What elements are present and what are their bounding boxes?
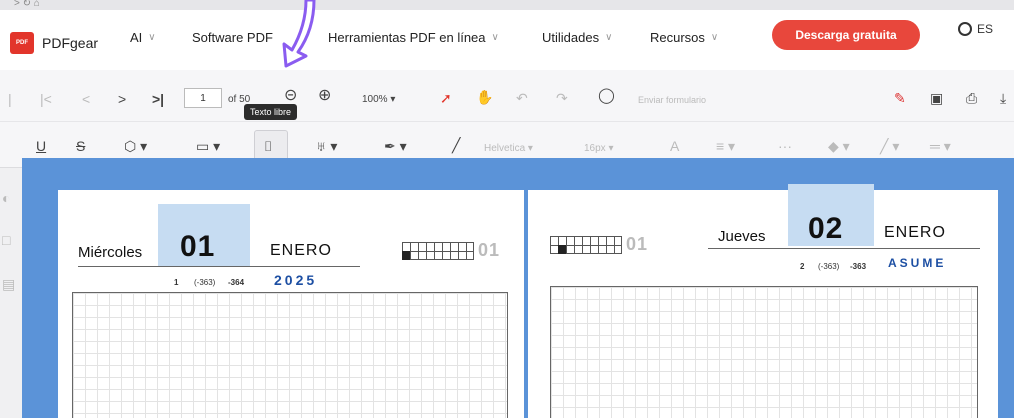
fill-color-icon[interactable]: ◆ ▾ bbox=[828, 138, 850, 154]
mini-calendar bbox=[402, 242, 474, 260]
sign-icon[interactable]: ✎ bbox=[894, 90, 906, 106]
line-style-icon[interactable]: ═ ▾ bbox=[930, 138, 951, 154]
font-family-value: Helvetica bbox=[484, 143, 526, 154]
pointer-arrow-icon bbox=[282, 0, 316, 68]
globe-icon bbox=[958, 22, 972, 36]
nav-item-ai[interactable]: AI ∨ bbox=[130, 30, 156, 45]
comment-icon[interactable]: ◯ bbox=[598, 88, 615, 104]
day-of-year: 2 bbox=[800, 262, 804, 271]
strikethrough-icon[interactable]: S bbox=[76, 138, 85, 154]
chevron-down-icon: ∨ bbox=[605, 32, 613, 43]
panel-toggle-icon[interactable]: | bbox=[8, 91, 12, 107]
rail-icon-3[interactable]: ▤ bbox=[2, 276, 15, 292]
notes-grid[interactable] bbox=[550, 286, 978, 418]
remaining-days: -364 bbox=[228, 278, 245, 287]
document-canvas: Miércoles 01 ENERO 1 (-363) -364 2025 01 bbox=[22, 158, 1014, 418]
select-pointer-icon[interactable]: ➚ bbox=[440, 90, 452, 106]
nav-item-label: AI bbox=[130, 30, 143, 45]
chevron-down-icon: ∨ bbox=[710, 32, 719, 43]
day-number: 02 bbox=[808, 212, 844, 245]
more-icon[interactable]: ··· bbox=[778, 138, 792, 154]
image-tool-icon[interactable]: ▭ ▾ bbox=[196, 138, 220, 154]
previous-page-icon[interactable]: < bbox=[82, 91, 90, 107]
browser-strip: > ↻ ⌂ bbox=[0, 0, 1014, 10]
nav-item-label: Recursos bbox=[650, 30, 705, 45]
zoom-out-icon[interactable]: ⊝ bbox=[284, 88, 297, 104]
stamp-tool-icon[interactable]: ♅ ▾ bbox=[316, 138, 337, 154]
header-rule bbox=[78, 266, 360, 267]
underline-icon[interactable]: U bbox=[36, 138, 46, 154]
redo-icon[interactable]: ↷ bbox=[556, 90, 568, 106]
day-of-year-value: 1 bbox=[174, 278, 179, 287]
notes-grid[interactable] bbox=[72, 292, 508, 418]
mini-calendar-marker bbox=[402, 251, 410, 260]
nav-item-label: Herramientas PDF en línea bbox=[328, 30, 486, 45]
month-label: ENERO bbox=[884, 224, 946, 241]
rail-icon-1[interactable]: ◐ bbox=[2, 190, 10, 206]
mini-day-number: 01 bbox=[478, 240, 501, 260]
language-selector[interactable]: ES bbox=[958, 22, 993, 36]
shape-tool-icon[interactable]: ⬡ ▾ bbox=[124, 138, 147, 154]
header-rule bbox=[708, 248, 980, 249]
day-number: 01 bbox=[180, 230, 216, 263]
submit-form-button[interactable]: Enviar formulario bbox=[638, 92, 706, 108]
day-of-year: 1 bbox=[174, 278, 178, 287]
nav-item-recursos[interactable]: Recursos ∨ bbox=[650, 30, 718, 45]
weekday-label: Miércoles bbox=[78, 244, 143, 261]
nav-item-utilidades[interactable]: Utilidades ∨ bbox=[542, 30, 612, 45]
affirmation-label: ASUME bbox=[888, 256, 947, 270]
nav-item-label: Utilidades bbox=[542, 30, 600, 45]
text-box-icon: ⌷ bbox=[264, 138, 273, 154]
save-icon[interactable]: ▣ bbox=[930, 90, 943, 106]
last-page-icon[interactable]: >| bbox=[152, 91, 164, 107]
mini-calendar-cells bbox=[402, 242, 474, 260]
download-free-button[interactable]: Descarga gratuita bbox=[772, 20, 920, 50]
rail-icon-2[interactable]: □ bbox=[2, 232, 10, 248]
remaining-paren: (-363) bbox=[194, 278, 216, 287]
font-family-select[interactable]: Helvetica ▾ bbox=[484, 141, 533, 157]
chevron-down-icon: ∨ bbox=[491, 32, 499, 43]
brand[interactable]: PDF PDFgear bbox=[10, 32, 98, 54]
mini-calendar-marker bbox=[558, 245, 566, 254]
hand-tool-icon[interactable]: ✋ bbox=[476, 89, 493, 105]
year-label: 2025 bbox=[274, 272, 318, 288]
browser-nav-hint: > ↻ ⌂ bbox=[14, 0, 40, 9]
first-page-icon[interactable]: |< bbox=[40, 91, 52, 107]
font-size-select[interactable]: 16px ▾ bbox=[584, 141, 614, 157]
signature-tool-icon[interactable]: ✒ ▾ bbox=[384, 138, 407, 154]
nav-item-label: Software PDF bbox=[192, 30, 273, 45]
weekday-label: Jueves bbox=[718, 228, 766, 245]
next-page-icon[interactable]: > bbox=[118, 91, 126, 107]
nav-item-herramientas[interactable]: Herramientas PDF en línea ∨ bbox=[328, 30, 499, 45]
chevron-down-icon: ∨ bbox=[148, 32, 156, 43]
zoom-level-select[interactable]: 100% ▾ bbox=[362, 92, 395, 108]
day-of-year-value: 2 bbox=[800, 262, 805, 271]
tooltip-texto-libre: Texto libre bbox=[244, 104, 298, 120]
brand-name: PDFgear bbox=[42, 35, 99, 51]
remaining-days: -363 bbox=[850, 262, 867, 271]
remaining-paren: (-363) bbox=[818, 262, 840, 271]
undo-icon[interactable]: ↶ bbox=[516, 90, 528, 106]
mini-calendar bbox=[550, 236, 622, 254]
line-icon[interactable]: ╱ ▾ bbox=[880, 138, 899, 154]
page-number-input[interactable]: 1 bbox=[184, 88, 222, 108]
side-rail: ◐ □ ▤ bbox=[0, 168, 22, 418]
planner-page-left: Miércoles 01 ENERO 1 (-363) -364 2025 01 bbox=[58, 190, 524, 418]
zoom-in-icon[interactable]: ⊕ bbox=[318, 88, 331, 104]
planner-page-right: 01 Jueves 02 ENERO 2 (-363) -363 ASUME bbox=[528, 184, 998, 418]
print-icon[interactable]: ⎙ bbox=[966, 90, 977, 106]
download-icon[interactable]: ⤓ bbox=[1000, 90, 1006, 106]
screen: > ↻ ⌂ PDF PDFgear AI ∨ Software PDF Herr… bbox=[0, 0, 1014, 418]
month-label: ENERO bbox=[270, 242, 332, 259]
pdfgear-logo-icon: PDF bbox=[10, 32, 34, 54]
font-size-value: 16px bbox=[584, 143, 606, 154]
nav-item-software-pdf[interactable]: Software PDF bbox=[192, 30, 273, 45]
align-icon[interactable]: ≡ ▾ bbox=[716, 138, 735, 154]
text-color-icon[interactable]: A bbox=[670, 138, 679, 154]
pen-tool-icon[interactable]: ╱ bbox=[452, 137, 460, 153]
mini-day-number: 01 bbox=[626, 234, 649, 254]
language-label: ES bbox=[977, 22, 994, 36]
zoom-level: 100% bbox=[362, 94, 388, 105]
